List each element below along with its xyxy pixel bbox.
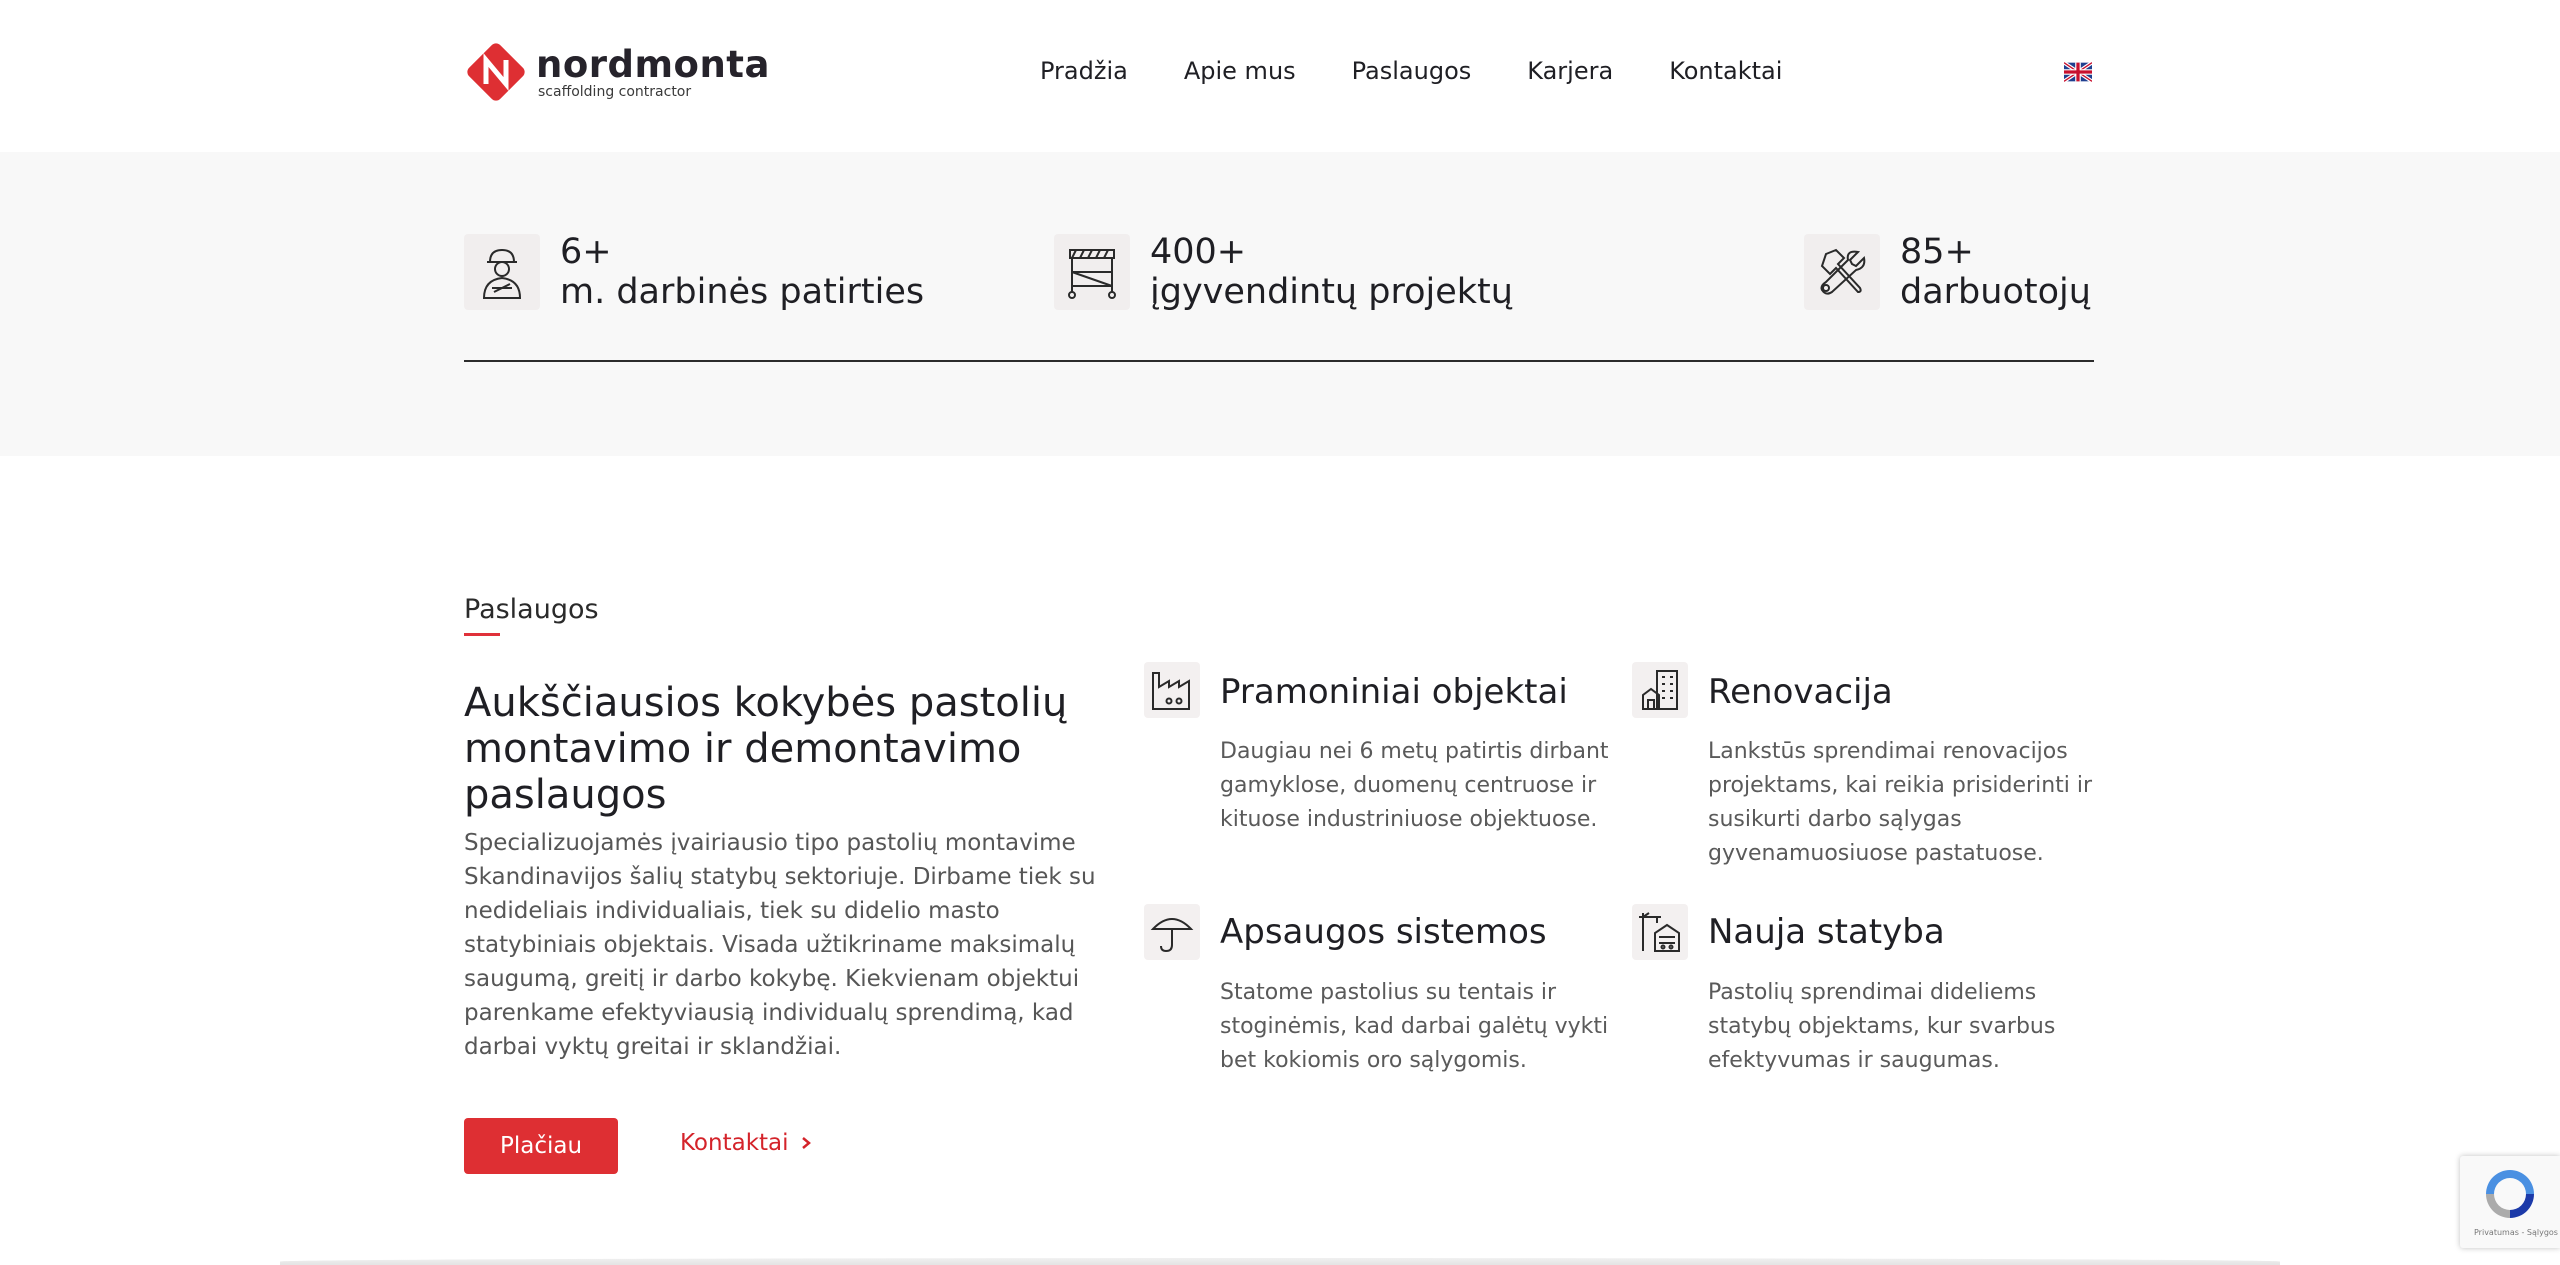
stat-value: 85+	[1900, 232, 1974, 272]
service-desc: Statome pastolius su tentais ir stoginėm…	[1220, 980, 1609, 1073]
uk-flag-icon[interactable]	[2064, 62, 2092, 82]
nav-item-kontaktai[interactable]: Kontaktai	[1669, 56, 1782, 86]
umbrella-icon	[1144, 904, 1200, 960]
service-desc: Lankstūs sprendimai renovacijos projekta…	[1708, 739, 2093, 866]
stat-value: 6+	[560, 232, 612, 272]
service-desc: Daugiau nei 6 metų patirtis dirbant gamy…	[1220, 739, 1609, 832]
recaptcha-badge[interactable]: Privatumas - Sąlygos	[2460, 1156, 2560, 1248]
scaffold-icon	[1054, 234, 1130, 310]
service-title: Pramoniniai objektai	[1220, 672, 1568, 712]
recaptcha-links: Privatumas - Sąlygos	[2474, 1228, 2558, 1237]
contacts-link[interactable]: Kontaktai	[680, 1130, 813, 1156]
stat-projects: 400+ įgyvendintų projektų	[1054, 232, 1513, 312]
nav-item-karjera[interactable]: Karjera	[1527, 56, 1613, 86]
crane-building-icon	[1632, 904, 1688, 960]
stat-label: darbuotojų	[1900, 272, 2091, 312]
buildings-icon	[1632, 662, 1688, 718]
placiau-button[interactable]: Plačiau	[464, 1118, 618, 1174]
stat-label: m. darbinės patirties	[560, 272, 925, 312]
services-heading: Aukščiausios kokybės pastolių montavimo …	[464, 680, 1068, 818]
logo[interactable]: nordmonta scaffolding contractor	[464, 38, 770, 106]
service-desc: Pastolių sprendimai dideliems statybų ob…	[1708, 980, 2056, 1073]
chevron-right-icon	[801, 1137, 811, 1149]
stats-band: 6+ m. darbinės patirties 400+ įgyvendint…	[0, 152, 2560, 456]
logo-name: nordmonta	[536, 43, 770, 86]
logo-mark-icon	[467, 43, 525, 101]
service-title: Renovacija	[1708, 672, 1893, 712]
factory-icon	[1144, 662, 1200, 718]
stat-value: 400+	[1150, 232, 1247, 272]
stats-divider	[464, 360, 2094, 362]
service-title: Nauja statyba	[1708, 912, 1945, 952]
tools-icon	[1804, 234, 1880, 310]
page-bottom-edge	[280, 1258, 2280, 1265]
site-header: nordmonta scaffolding contractor Pradžia…	[0, 0, 2560, 152]
section-label: Paslaugos	[464, 594, 599, 625]
stat-label: įgyvendintų projektų	[1150, 272, 1513, 312]
nav-item-paslaugos[interactable]: Paslaugos	[1352, 56, 1472, 86]
logo-tagline: scaffolding contractor	[538, 84, 692, 100]
stat-experience: 6+ m. darbinės patirties	[464, 232, 924, 312]
worker-icon	[464, 234, 540, 310]
service-title: Apsaugos sistemos	[1220, 912, 1547, 952]
nav-item-pradzia[interactable]: Pradžia	[1040, 56, 1128, 86]
main-nav: Pradžia Apie mus Paslaugos Karjera Konta…	[1040, 56, 1838, 86]
recaptcha-icon	[2486, 1170, 2534, 1218]
stat-employees: 85+ darbuotojų	[1804, 232, 2091, 312]
section-underline	[464, 633, 500, 636]
services-intro: Specializuojamės įvairiausio tipo pastol…	[464, 830, 1096, 1060]
nav-item-apie-mus[interactable]: Apie mus	[1184, 56, 1296, 86]
contacts-link-label: Kontaktai	[680, 1130, 789, 1156]
